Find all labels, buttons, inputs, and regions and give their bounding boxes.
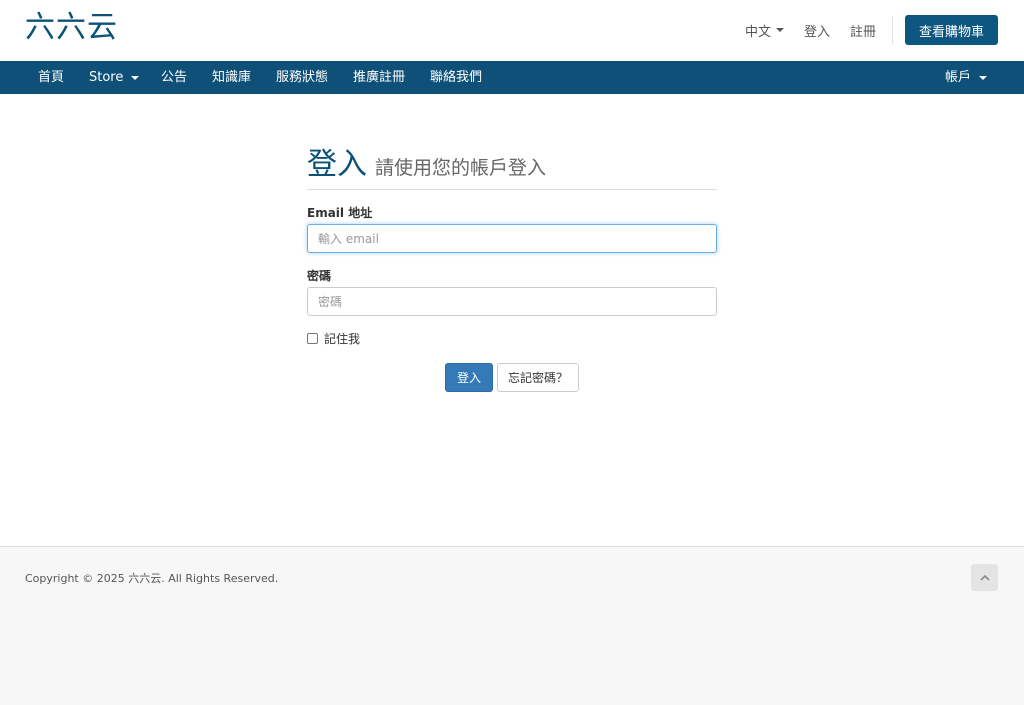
login-form: 登入 請使用您的帳戶登入 Email 地址 輸入 email 密碼 密碼 記住我… [307, 146, 717, 392]
remember-me: 記住我 [307, 330, 717, 346]
caret-down-icon [131, 75, 140, 80]
login-link[interactable]: 登入 [804, 21, 830, 40]
password-label: 密碼 [307, 269, 332, 283]
main-navbar: 首頁 Store 公告 知識庫 服務狀態 推廣註冊 聯絡我們 帳戶 [0, 61, 1024, 94]
remember-me-checkbox[interactable] [307, 332, 318, 344]
divider [891, 16, 893, 44]
language-label: 中文 [744, 24, 771, 40]
top-links: 中文 登入 註冊 查看購物車 [725, 15, 998, 45]
button-row: 登入 忘記密碼？ [307, 363, 717, 392]
chevron-up-icon [979, 574, 990, 581]
copyright-text: Copyright © 2025 六六云. All Rights Reserve… [25, 572, 279, 585]
view-cart-button[interactable]: 查看購物車 [904, 15, 998, 45]
page-header: 登入 請使用您的帳戶登入 [307, 146, 717, 190]
email-label: Email 地址 [307, 206, 373, 220]
header: 六六云 中文 登入 註冊 查看購物車 [0, 0, 1024, 61]
password-placeholder: 密碼 [318, 295, 343, 309]
password-input[interactable]: 密碼 [307, 287, 717, 316]
nav-item-store[interactable]: Store [89, 61, 140, 94]
nav-item-store-label: Store [89, 70, 124, 85]
nav-item-server-status[interactable]: 服務狀態 [276, 61, 328, 94]
login-button[interactable]: 登入 [444, 363, 493, 392]
forgot-password-button[interactable]: 忘記密碼？ [497, 363, 580, 392]
footer: Copyright © 2025 六六云. All Rights Reserve… [0, 546, 1024, 705]
caret-down-icon [979, 75, 988, 80]
nav-item-knowledgebase[interactable]: 知識庫 [212, 61, 251, 94]
language-dropdown[interactable]: 中文 [745, 21, 784, 40]
nav-item-home[interactable]: 首頁 [38, 61, 64, 94]
logo[interactable]: 六六云 [25, 8, 118, 48]
main-content: 登入 請使用您的帳戶登入 Email 地址 輸入 email 密碼 密碼 記住我… [0, 94, 1024, 546]
email-placeholder: 輸入 email [318, 232, 379, 246]
nav-item-contact[interactable]: 聯絡我們 [430, 61, 482, 94]
nav-item-account-label: 帳戶 [945, 70, 972, 85]
caret-down-icon [775, 28, 784, 32]
nav-item-affiliates[interactable]: 推廣註冊 [353, 61, 405, 94]
register-link[interactable]: 註冊 [850, 21, 876, 40]
page-title: 登入 [307, 147, 367, 182]
page-subtitle: 請使用您的帳戶登入 [375, 157, 547, 179]
nav-item-account[interactable]: 帳戶 [945, 61, 988, 94]
email-input[interactable]: 輸入 email [307, 224, 717, 253]
nav-item-announcements[interactable]: 公告 [161, 61, 187, 94]
back-to-top-button[interactable] [971, 564, 998, 591]
remember-me-label[interactable]: 記住我 [324, 330, 360, 347]
